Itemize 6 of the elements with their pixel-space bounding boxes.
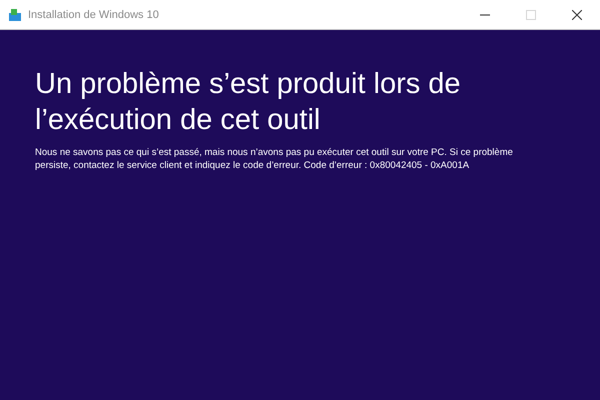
installer-icon [8, 8, 22, 22]
close-icon [572, 10, 582, 20]
window-title: Installation de Windows 10 [28, 8, 159, 20]
error-message: Nous ne savons pas ce qui s’est passé, mais nous n’avons pas pu exécuter cet outil sur votre PC. Si ce problème persiste, contactez le service client et indiquez le code d’erreur. Code d’erreur : 0x80042405 - 0xA001A [35, 146, 514, 172]
error-heading: Un problème s’est produit lors de l’exécution de cet outil [35, 67, 462, 138]
maximize-icon [526, 10, 536, 20]
